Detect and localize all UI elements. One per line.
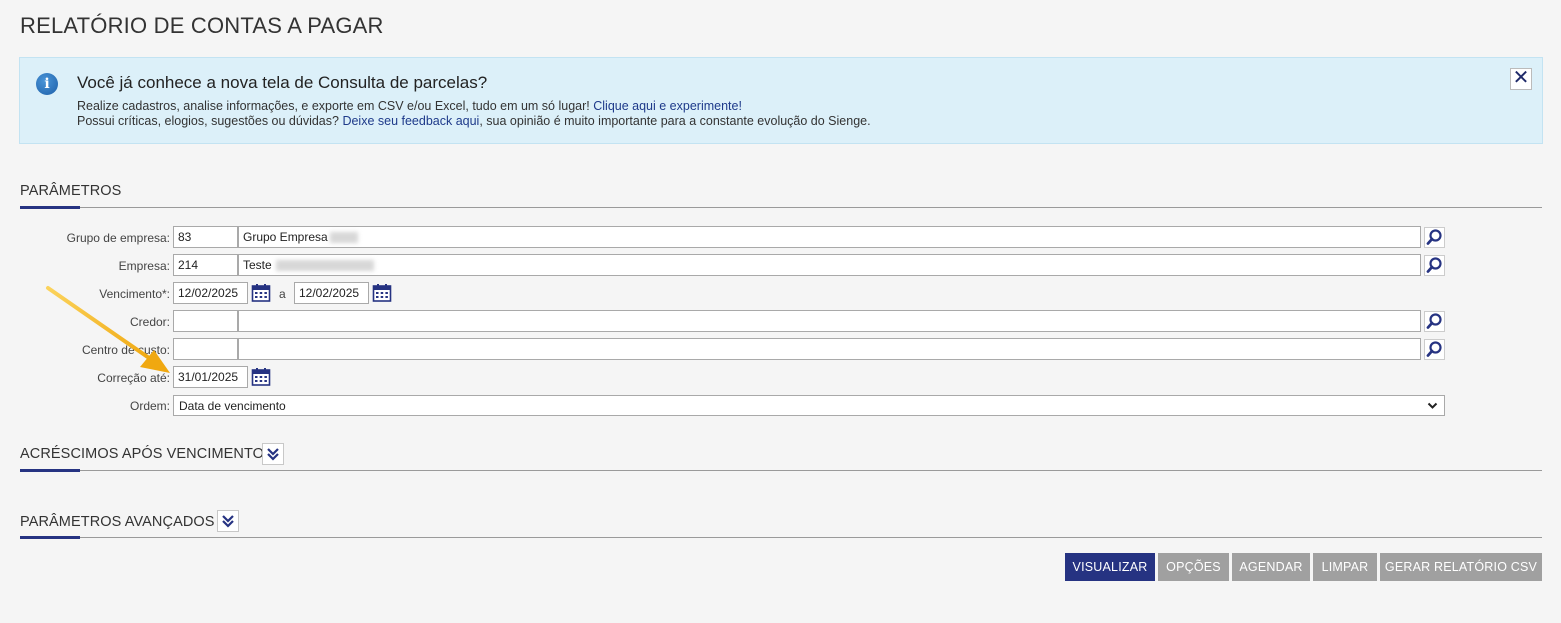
banner-line-2-text-after: , sua opinião é muito importante para a … bbox=[479, 114, 871, 128]
section-divider bbox=[20, 207, 1542, 208]
acrescimos-section-title: ACRÉSCIMOS APÓS VENCIMENTO bbox=[20, 446, 265, 462]
search-icon[interactable] bbox=[1424, 311, 1445, 332]
close-icon[interactable]: ✕ bbox=[1510, 68, 1532, 90]
credor-name-input[interactable] bbox=[238, 310, 1421, 332]
grupo-empresa-code-input[interactable]: 83 bbox=[173, 226, 238, 248]
grupo-empresa-name: Grupo Empresa bbox=[243, 230, 328, 244]
limpar-button[interactable]: LIMPAR bbox=[1313, 553, 1377, 581]
date-range-separator: a bbox=[279, 287, 286, 301]
search-icon[interactable] bbox=[1424, 339, 1445, 360]
section-accent bbox=[20, 469, 80, 472]
section-divider bbox=[20, 470, 1542, 471]
search-icon[interactable] bbox=[1424, 227, 1445, 248]
credor-code-input[interactable] bbox=[173, 310, 238, 332]
centro-custo-name-input[interactable] bbox=[238, 338, 1421, 360]
ordem-label: Ordem: bbox=[129, 399, 170, 413]
info-icon: i bbox=[36, 73, 58, 95]
banner-title: Você já conhece a nova tela de Consulta … bbox=[77, 73, 488, 92]
grupo-empresa-label: Grupo de empresa: bbox=[66, 231, 170, 245]
vencimento-from-input[interactable]: 12/02/2025 bbox=[173, 282, 248, 304]
grupo-empresa-name-input[interactable]: Grupo Empresa bbox=[238, 226, 1421, 248]
double-chevron-down-icon[interactable] bbox=[217, 510, 239, 532]
calendar-icon[interactable] bbox=[251, 367, 271, 387]
banner-line-2: Possui críticas, elogios, sugestões ou d… bbox=[77, 114, 871, 128]
calendar-icon[interactable] bbox=[251, 283, 271, 303]
section-accent bbox=[20, 536, 80, 539]
section-accent bbox=[20, 206, 80, 209]
agendar-button[interactable]: AGENDAR bbox=[1232, 553, 1310, 581]
double-chevron-down-icon[interactable] bbox=[262, 443, 284, 465]
page-title: RELATÓRIO DE CONTAS A PAGAR bbox=[20, 13, 384, 38]
ordem-selected-value: Data de vencimento bbox=[179, 399, 286, 413]
search-icon[interactable] bbox=[1424, 255, 1445, 276]
empresa-label: Empresa: bbox=[118, 259, 170, 273]
advanced-section-title: PARÂMETROS AVANÇADOS bbox=[20, 514, 215, 530]
info-banner: i Você já conhece a nova tela de Consult… bbox=[19, 57, 1543, 144]
arrow-annotation bbox=[46, 286, 170, 373]
try-new-screen-link[interactable]: Clique aqui e experimente! bbox=[593, 99, 742, 113]
empresa-name-input[interactable]: Teste bbox=[238, 254, 1421, 276]
banner-line-1: Realize cadastros, analise informações, … bbox=[77, 99, 742, 113]
empresa-code-input[interactable]: 214 bbox=[173, 254, 238, 276]
banner-line-2-text: Possui críticas, elogios, sugestões ou d… bbox=[77, 114, 343, 128]
empresa-name: Teste bbox=[243, 258, 272, 272]
calendar-icon[interactable] bbox=[372, 283, 392, 303]
banner-line-1-text: Realize cadastros, analise informações, … bbox=[77, 99, 594, 113]
parameters-section-title: PARÂMETROS bbox=[20, 183, 122, 199]
ordem-select[interactable]: Data de vencimento bbox=[173, 395, 1445, 416]
chevron-down-icon bbox=[1427, 400, 1438, 414]
section-divider bbox=[20, 537, 1542, 538]
gerar-csv-button[interactable]: GERAR RELATÓRIO CSV bbox=[1380, 553, 1542, 581]
feedback-link[interactable]: Deixe seu feedback aqui bbox=[342, 114, 479, 128]
centro-custo-code-input[interactable] bbox=[173, 338, 238, 360]
correcao-date-input[interactable]: 31/01/2025 bbox=[173, 366, 248, 388]
visualizar-button[interactable]: VISUALIZAR bbox=[1065, 553, 1155, 581]
vencimento-to-input[interactable]: 12/02/2025 bbox=[294, 282, 369, 304]
opcoes-button[interactable]: OPÇÕES bbox=[1158, 553, 1229, 581]
